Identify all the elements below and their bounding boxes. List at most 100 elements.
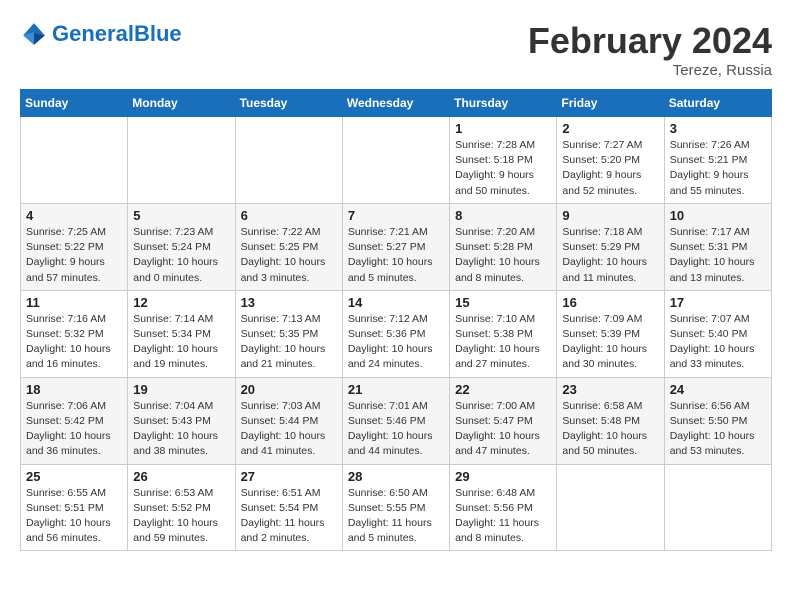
month-year-title: February 2024 [528,20,772,62]
day-info: Sunrise: 7:03 AM Sunset: 5:44 PM Dayligh… [241,399,337,460]
day-info: Sunrise: 7:23 AM Sunset: 5:24 PM Dayligh… [133,225,229,286]
day-info: Sunrise: 7:22 AM Sunset: 5:25 PM Dayligh… [241,225,337,286]
day-info: Sunrise: 6:50 AM Sunset: 5:55 PM Dayligh… [348,486,444,547]
day-number: 9 [562,208,658,223]
day-info: Sunrise: 6:48 AM Sunset: 5:56 PM Dayligh… [455,486,551,547]
calendar-cell: 15Sunrise: 7:10 AM Sunset: 5:38 PM Dayli… [450,290,557,377]
day-number: 21 [348,382,444,397]
calendar-cell: 26Sunrise: 6:53 AM Sunset: 5:52 PM Dayli… [128,464,235,551]
day-number: 7 [348,208,444,223]
calendar-cell: 22 Sunrise: 7:00 AM Sunset: 5:47 PM Dayli… [450,377,557,464]
calendar-cell [21,117,128,204]
weekday-header-tuesday: Tuesday [235,90,342,117]
calendar-cell [342,117,449,204]
page-header: GeneralBlue February 2024 Tereze, Russia [20,20,772,79]
day-number: 14 [348,295,444,310]
calendar-cell: 19Sunrise: 7:04 AM Sunset: 5:43 PM Dayli… [128,377,235,464]
day-info: Sunrise: 6:55 AM Sunset: 5:51 PM Dayligh… [26,486,122,547]
calendar-week-row: 18Sunrise: 7:06 AM Sunset: 5:42 PM Dayli… [21,377,772,464]
day-number: 11 [26,295,122,310]
day-number: 27 [241,469,337,484]
day-info: Sunrise: 7:04 AM Sunset: 5:43 PM Dayligh… [133,399,229,460]
day-info: Sunrise: 7:14 AM Sunset: 5:34 PM Dayligh… [133,312,229,373]
calendar-cell: 29Sunrise: 6:48 AM Sunset: 5:56 PM Dayli… [450,464,557,551]
title-block: February 2024 Tereze, Russia [528,20,772,79]
logo-text: GeneralBlue [52,23,182,45]
calendar-cell: 25 Sunrise: 6:55 AM Sunset: 5:51 PM Dayli… [21,464,128,551]
day-number: 22 [455,382,551,397]
day-number: 3 [670,121,766,136]
day-info: Sunrise: 7:21 AM Sunset: 5:27 PM Dayligh… [348,225,444,286]
calendar-cell: 21 Sunrise: 7:01 AM Sunset: 5:46 PM Dayli… [342,377,449,464]
day-info: Sunrise: 7:12 AM Sunset: 5:36 PM Dayligh… [348,312,444,373]
calendar-body: 1 Sunrise: 7:28 AM Sunset: 5:18 PM Daylig… [21,117,772,551]
weekday-header-monday: Monday [128,90,235,117]
calendar-cell: 12 Sunrise: 7:14 AM Sunset: 5:34 PM Dayli… [128,290,235,377]
day-info: Sunrise: 7:18 AM Sunset: 5:29 PM Dayligh… [562,225,658,286]
day-info: Sunrise: 6:51 AM Sunset: 5:54 PM Dayligh… [241,486,337,547]
calendar-cell: 10Sunrise: 7:17 AM Sunset: 5:31 PM Dayli… [664,203,771,290]
day-number: 23 [562,382,658,397]
calendar-cell: 2 Sunrise: 7:27 AM Sunset: 5:20 PM Daylig… [557,117,664,204]
calendar-week-row: 11 Sunrise: 7:16 AM Sunset: 5:32 PM Dayli… [21,290,772,377]
calendar-cell: 23Sunrise: 6:58 AM Sunset: 5:48 PM Dayli… [557,377,664,464]
day-number: 28 [348,469,444,484]
day-number: 15 [455,295,551,310]
day-number: 25 [26,469,122,484]
day-info: Sunrise: 7:01 AM Sunset: 5:46 PM Dayligh… [348,399,444,460]
calendar-cell [557,464,664,551]
calendar-header: SundayMondayTuesdayWednesdayThursdayFrid… [21,90,772,117]
calendar-cell: 14 Sunrise: 7:12 AM Sunset: 5:36 PM Dayli… [342,290,449,377]
day-info: Sunrise: 7:00 AM Sunset: 5:47 PM Dayligh… [455,399,551,460]
calendar-cell [128,117,235,204]
calendar-cell: 20 Sunrise: 7:03 AM Sunset: 5:44 PM Dayli… [235,377,342,464]
day-number: 16 [562,295,658,310]
day-number: 8 [455,208,551,223]
calendar-cell: 4 Sunrise: 7:25 AM Sunset: 5:22 PM Daylig… [21,203,128,290]
day-number: 13 [241,295,337,310]
calendar-week-row: 25 Sunrise: 6:55 AM Sunset: 5:51 PM Dayli… [21,464,772,551]
calendar-cell: 1 Sunrise: 7:28 AM Sunset: 5:18 PM Daylig… [450,117,557,204]
calendar-cell: 7 Sunrise: 7:21 AM Sunset: 5:27 PM Daylig… [342,203,449,290]
day-info: Sunrise: 7:27 AM Sunset: 5:20 PM Dayligh… [562,138,658,199]
day-number: 4 [26,208,122,223]
calendar-cell: 9 Sunrise: 7:18 AM Sunset: 5:29 PM Daylig… [557,203,664,290]
calendar-cell [664,464,771,551]
day-info: Sunrise: 6:53 AM Sunset: 5:52 PM Dayligh… [133,486,229,547]
calendar-cell: 16 Sunrise: 7:09 AM Sunset: 5:39 PM Dayli… [557,290,664,377]
calendar-cell [235,117,342,204]
day-number: 2 [562,121,658,136]
calendar-cell: 8 Sunrise: 7:20 AM Sunset: 5:28 PM Daylig… [450,203,557,290]
weekday-header-wednesday: Wednesday [342,90,449,117]
day-info: Sunrise: 7:28 AM Sunset: 5:18 PM Dayligh… [455,138,551,199]
weekday-header-row: SundayMondayTuesdayWednesdayThursdayFrid… [21,90,772,117]
day-info: Sunrise: 7:13 AM Sunset: 5:35 PM Dayligh… [241,312,337,373]
day-info: Sunrise: 7:09 AM Sunset: 5:39 PM Dayligh… [562,312,658,373]
calendar-cell: 3 Sunrise: 7:26 AM Sunset: 5:21 PM Daylig… [664,117,771,204]
day-info: Sunrise: 7:06 AM Sunset: 5:42 PM Dayligh… [26,399,122,460]
day-number: 1 [455,121,551,136]
day-info: Sunrise: 7:26 AM Sunset: 5:21 PM Dayligh… [670,138,766,199]
day-info: Sunrise: 7:20 AM Sunset: 5:28 PM Dayligh… [455,225,551,286]
calendar-cell: 11 Sunrise: 7:16 AM Sunset: 5:32 PM Dayli… [21,290,128,377]
day-number: 24 [670,382,766,397]
calendar-cell: 18Sunrise: 7:06 AM Sunset: 5:42 PM Dayli… [21,377,128,464]
day-number: 6 [241,208,337,223]
calendar-week-row: 4 Sunrise: 7:25 AM Sunset: 5:22 PM Daylig… [21,203,772,290]
day-number: 20 [241,382,337,397]
day-info: Sunrise: 7:16 AM Sunset: 5:32 PM Dayligh… [26,312,122,373]
calendar-cell: 28 Sunrise: 6:50 AM Sunset: 5:55 PM Dayli… [342,464,449,551]
day-info: Sunrise: 7:07 AM Sunset: 5:40 PM Dayligh… [670,312,766,373]
day-info: Sunrise: 6:56 AM Sunset: 5:50 PM Dayligh… [670,399,766,460]
calendar-cell: 24 Sunrise: 6:56 AM Sunset: 5:50 PM Dayli… [664,377,771,464]
weekday-header-sunday: Sunday [21,90,128,117]
day-number: 10 [670,208,766,223]
calendar-cell: 5Sunrise: 7:23 AM Sunset: 5:24 PM Daylig… [128,203,235,290]
day-number: 17 [670,295,766,310]
calendar-cell: 13 Sunrise: 7:13 AM Sunset: 5:35 PM Dayli… [235,290,342,377]
day-info: Sunrise: 7:25 AM Sunset: 5:22 PM Dayligh… [26,225,122,286]
calendar-table: SundayMondayTuesdayWednesdayThursdayFrid… [20,89,772,551]
day-number: 12 [133,295,229,310]
location-label: Tereze, Russia [528,62,772,79]
calendar-cell: 27 Sunrise: 6:51 AM Sunset: 5:54 PM Dayli… [235,464,342,551]
